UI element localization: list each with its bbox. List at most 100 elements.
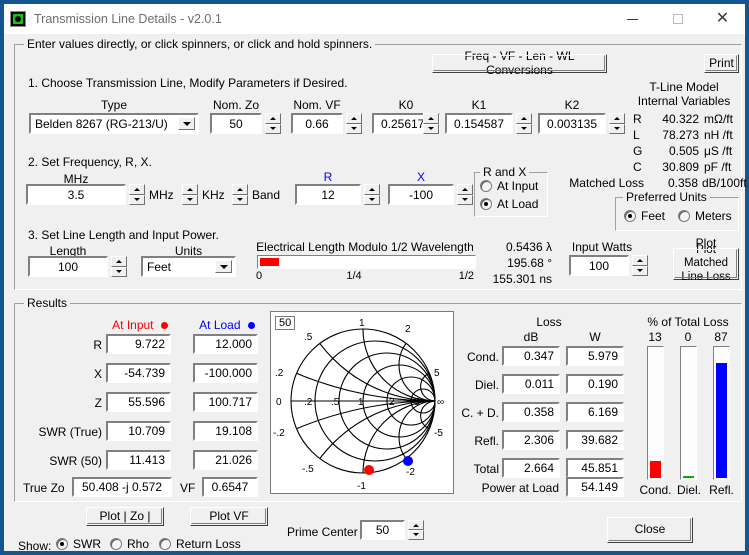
nom-vf-spinner[interactable]: [346, 113, 362, 134]
results-row-label-x: X: [93, 367, 102, 381]
k1-field[interactable]: 0.154587: [445, 113, 513, 134]
tline-l-value: 78.273: [662, 128, 699, 142]
close-window-icon[interactable]: ✕: [700, 4, 745, 34]
radio-dot-icon: [480, 180, 492, 192]
loss-db-refl: 2.306: [502, 430, 560, 450]
results-row-label-swr-50: SWR (50): [49, 454, 102, 468]
close-button[interactable]: Close: [607, 517, 693, 543]
input-watts-spinner[interactable]: [632, 255, 648, 276]
tline-g-unit: μS /ft: [704, 144, 733, 158]
k1-spinner[interactable]: [516, 113, 532, 134]
matched-loss-unit: dB/100ft: [702, 176, 747, 190]
frequency-khz-spinner[interactable]: [182, 184, 198, 205]
radio-rx-at-load-label: At Load: [497, 197, 539, 211]
results-input-r: 9.722: [106, 334, 171, 354]
frequency-band-spinner[interactable]: [232, 184, 248, 205]
smith-chart[interactable]: 0 .2 .5 1 2 5 ∞ 1 .5 .2 -.2 -.5 -1 2 5 -…: [270, 311, 454, 494]
svg-text:-2: -2: [406, 467, 415, 478]
loss-db-total: 2.664: [502, 458, 560, 478]
svg-text:-1: -1: [357, 481, 366, 492]
svg-text:.2: .2: [275, 368, 284, 379]
radio-rx-at-input-label: At Input: [497, 179, 539, 193]
type-label: Type: [100, 98, 127, 112]
pct-bar-fill-cond: [650, 461, 661, 478]
tline-l-symbol: L: [633, 128, 640, 142]
maximize-button[interactable]: [655, 4, 700, 34]
preferred-units-legend: Preferred Units: [623, 190, 710, 204]
radio-rx-at-input[interactable]: At Input: [480, 179, 538, 193]
line-type-select[interactable]: Belden 8267 (RG-213/U): [29, 113, 199, 134]
step1-heading: 1. Choose Transmission Line, Modify Para…: [28, 76, 348, 90]
smith-marker-at-load: [403, 456, 413, 466]
prime-center-field[interactable]: 50: [360, 520, 405, 540]
plot-vf-button[interactable]: Plot VF: [190, 507, 268, 526]
conversions-button[interactable]: Freq - VF - Len - WL Conversions: [432, 49, 607, 76]
tline-model-title: T-Line Model: [649, 80, 719, 94]
x-input-spinner[interactable]: [457, 184, 473, 205]
radio-dot-icon: [624, 210, 636, 222]
k2-field[interactable]: 0.003135: [538, 113, 606, 134]
at-load-marker-icon: [247, 322, 255, 330]
loss-row-label-refl: Refl.: [474, 434, 499, 448]
input-group-legend: Enter values directly, or click spinners…: [24, 37, 376, 51]
chevron-down-icon[interactable]: [178, 117, 195, 130]
radio-show-swr[interactable]: SWR: [56, 537, 101, 551]
nom-vf-field[interactable]: 0.66: [291, 113, 343, 134]
tline-r-symbol: R: [633, 112, 642, 126]
svg-text:5: 5: [414, 397, 420, 408]
plot-zo-button[interactable]: Plot | Zo |: [86, 507, 164, 526]
radio-units-meters[interactable]: Meters: [678, 209, 732, 223]
results-row-label-r: R: [93, 338, 102, 352]
loss-row-label-cond: Cond.: [466, 350, 499, 364]
scale-label-half: 1/2: [458, 270, 474, 282]
length-field[interactable]: 100: [28, 256, 108, 277]
radio-rx-at-load[interactable]: At Load: [480, 197, 538, 211]
r-input-spinner[interactable]: [364, 184, 380, 205]
pct-chart-title: % of Total Loss: [647, 315, 729, 329]
frequency-field[interactable]: 3.5: [26, 184, 126, 205]
length-units-value: Feet: [147, 259, 172, 274]
k0-label: K0: [398, 98, 414, 112]
results-input-z: 55.596: [106, 392, 171, 412]
frequency-mhz-spinner[interactable]: [129, 184, 145, 205]
radio-units-feet-label: Feet: [641, 209, 666, 223]
plot-matched-line-loss-button[interactable]: Plot Matched Line Loss: [673, 244, 739, 283]
unit-band-label: Band: [252, 188, 281, 202]
prime-center-spinner[interactable]: [408, 520, 424, 540]
electrical-length-nanoseconds: 155.301 ns: [492, 272, 552, 286]
loss-col-db: dB: [523, 330, 539, 344]
results-load-swr-true: 19.108: [193, 421, 258, 441]
nom-zo-spinner[interactable]: [265, 113, 281, 134]
svg-text:-.5: -.5: [302, 464, 314, 475]
pct-bar-label-diel: Diel.: [676, 483, 701, 497]
minimize-button[interactable]: [610, 4, 655, 34]
show-label: Show:: [18, 539, 52, 553]
k0-spinner[interactable]: [423, 113, 439, 134]
radio-units-feet[interactable]: Feet: [624, 209, 665, 223]
radio-show-rho[interactable]: Rho: [110, 537, 149, 551]
results-load-r: 12.000: [193, 334, 258, 354]
nom-zo-field[interactable]: 50: [210, 113, 262, 134]
smith-marker-at-input: [364, 465, 374, 475]
col-header-at-load: At Load: [181, 318, 273, 332]
x-input-field[interactable]: -100: [388, 184, 454, 205]
loss-w-refl: 39.682: [566, 430, 624, 450]
chevron-down-icon[interactable]: [215, 260, 232, 273]
results-row-label-swr-true: SWR (True): [38, 425, 102, 439]
radio-show-return-loss[interactable]: Return Loss: [159, 537, 241, 551]
k2-spinner[interactable]: [609, 113, 625, 134]
pct-bar-fill-diel: [683, 476, 694, 478]
svg-text:-5: -5: [434, 428, 443, 439]
length-units-select[interactable]: Feet: [141, 256, 236, 277]
results-input-swr-50: 11.413: [106, 450, 171, 470]
input-watts-field[interactable]: 100: [569, 255, 629, 276]
input-watts-label: Input Watts: [571, 240, 633, 254]
results-load-z: 100.717: [193, 392, 258, 412]
results-input-x: -54.739: [106, 363, 171, 383]
step2-heading: 2. Set Frequency, R, X.: [28, 155, 152, 169]
length-spinner[interactable]: [111, 256, 127, 277]
r-input-field[interactable]: 12: [295, 184, 361, 205]
at-input-marker-icon: [160, 322, 168, 330]
print-button[interactable]: Print: [704, 54, 739, 73]
prime-center-label: Prime Center: [287, 525, 358, 539]
